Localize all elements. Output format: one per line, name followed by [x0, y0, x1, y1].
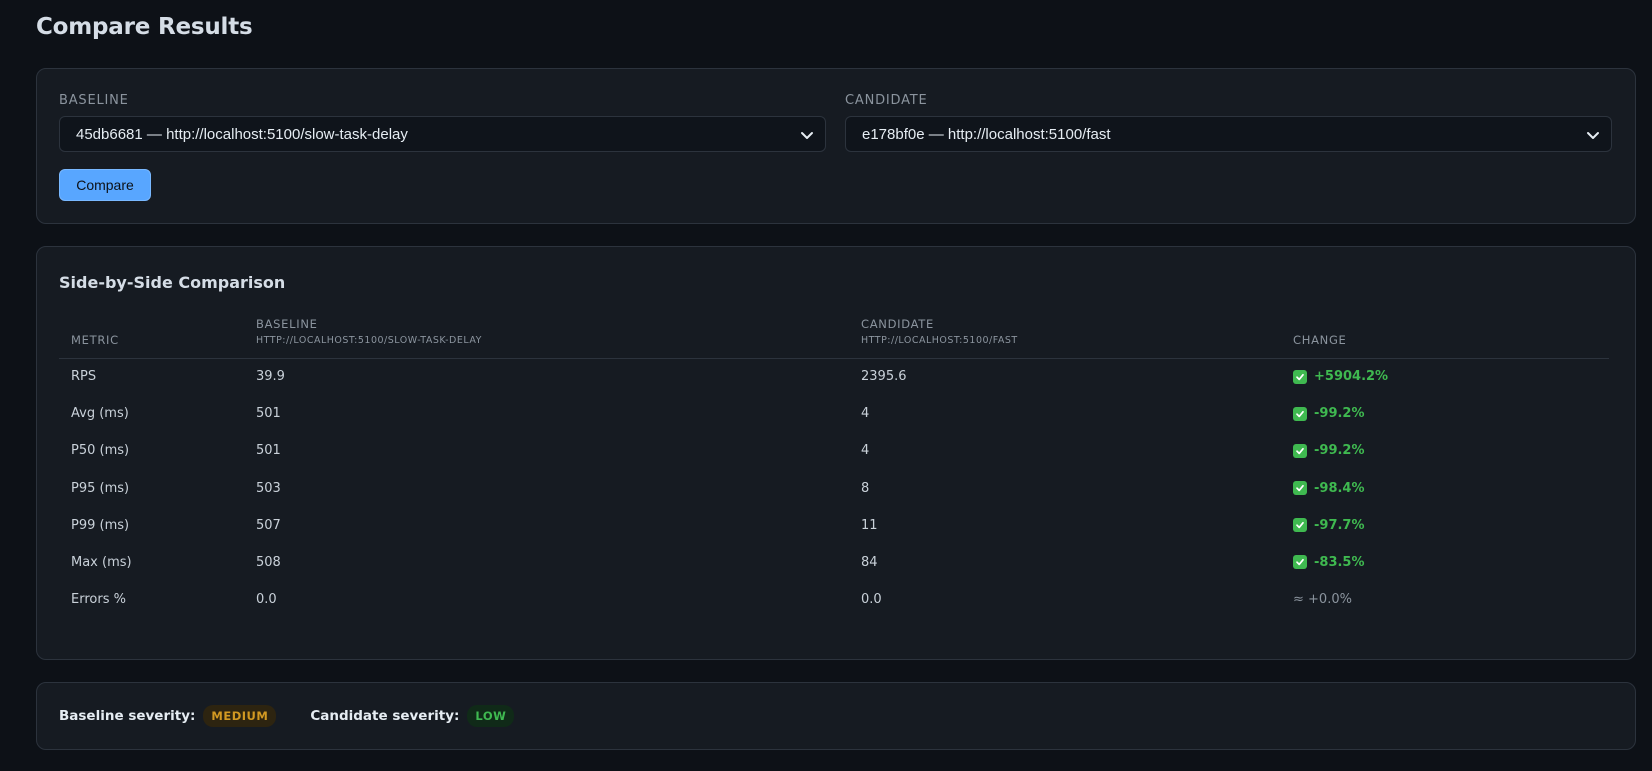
- candidate-cell: 4: [861, 406, 870, 422]
- baseline-cell: 501: [256, 406, 281, 422]
- candidate-label: CANDIDATE: [845, 93, 928, 108]
- candidate-cell: 8: [861, 480, 870, 496]
- baseline-select[interactable]: 45db6681 — http://localhost:5100/slow-ta…: [59, 116, 826, 152]
- baseline-field: BASELINE 45db6681 — http://localhost:510…: [59, 93, 826, 152]
- change-cell: -99.2%: [1293, 443, 1365, 458]
- compare-button[interactable]: Compare: [59, 169, 151, 201]
- header-candidate-label: CANDIDATE: [861, 317, 934, 331]
- change-cell: ≈ +0.0%: [1293, 592, 1352, 607]
- baseline-cell: 507: [256, 517, 281, 533]
- chevron-down-icon: [801, 132, 813, 139]
- header-candidate-url: HTTP://LOCALHOST:5100/FAST: [861, 335, 1018, 346]
- candidate-severity-label: Candidate severity:: [310, 708, 460, 724]
- chevron-down-icon: [1587, 132, 1599, 139]
- candidate-select-value: e178bf0e — http://localhost:5100/fast: [862, 125, 1111, 143]
- candidate-cell: 84: [861, 554, 878, 570]
- change-value: -98.4%: [1314, 480, 1365, 496]
- candidate-cell: 4: [861, 443, 870, 459]
- metric-cell: P50 (ms): [71, 443, 130, 459]
- check-box-icon: [1293, 518, 1307, 533]
- table-row: Errors % 0.0 0.0 ≈ +0.0%: [59, 582, 1609, 619]
- candidate-select[interactable]: e178bf0e — http://localhost:5100/fast: [845, 116, 1612, 152]
- check-box-icon: [1293, 443, 1307, 458]
- table-row: P99 (ms) 507 11 -97.7%: [59, 508, 1609, 545]
- baseline-label: BASELINE: [59, 93, 129, 108]
- table-row: RPS 39.9 2395.6 +5904.2%: [59, 359, 1609, 396]
- table-row: P95 (ms) 503 8 -98.4%: [59, 471, 1609, 508]
- baseline-cell: 503: [256, 480, 281, 496]
- change-cell: -83.5%: [1293, 555, 1365, 570]
- candidate-field: CANDIDATE e178bf0e — http://localhost:51…: [845, 93, 1612, 152]
- table-row: Max (ms) 508 84 -83.5%: [59, 545, 1609, 582]
- header-baseline-url: HTTP://LOCALHOST:5100/SLOW-TASK-DELAY: [256, 335, 482, 346]
- run-selector-panel: BASELINE 45db6681 — http://localhost:510…: [36, 68, 1636, 224]
- change-cell: -99.2%: [1293, 406, 1365, 421]
- baseline-select-value: 45db6681 — http://localhost:5100/slow-ta…: [76, 125, 408, 143]
- candidate-cell: 2395.6: [861, 369, 907, 384]
- check-box-icon: [1293, 369, 1307, 384]
- baseline-severity-label: Baseline severity:: [59, 708, 196, 724]
- severity-row: Baseline severity: MEDIUM Candidate seve…: [59, 705, 548, 727]
- change-cell: -97.7%: [1293, 518, 1365, 533]
- comparison-table: METRIC BASELINE HTTP://LOCALHOST:5100/SL…: [59, 315, 1609, 619]
- change-value: -99.2%: [1314, 443, 1365, 459]
- change-cell: +5904.2%: [1293, 369, 1388, 384]
- change-value: -83.5%: [1314, 554, 1365, 570]
- check-box-icon: [1293, 555, 1307, 570]
- check-box-icon: [1293, 481, 1307, 496]
- table-row: Avg (ms) 501 4 -99.2%: [59, 396, 1609, 433]
- check-box-icon: [1293, 406, 1307, 421]
- table-row: P50 (ms) 501 4 -99.2%: [59, 433, 1609, 470]
- table-header: METRIC BASELINE HTTP://LOCALHOST:5100/SL…: [59, 315, 1609, 359]
- baseline-cell: 39.9: [256, 369, 285, 384]
- comparison-title: Side-by-Side Comparison: [59, 273, 286, 292]
- header-metric: METRIC: [71, 333, 119, 347]
- change-value: ≈ +0.0%: [1293, 592, 1352, 608]
- baseline-cell: 501: [256, 443, 281, 459]
- candidate-severity-badge: LOW: [467, 705, 515, 727]
- header-change: CHANGE: [1293, 333, 1347, 347]
- page-title: Compare Results: [36, 14, 253, 40]
- header-candidate: CANDIDATE HTTP://LOCALHOST:5100/FAST: [861, 317, 1018, 346]
- metric-cell: P99 (ms): [71, 517, 130, 533]
- metric-cell: P95 (ms): [71, 480, 130, 496]
- severity-panel: Baseline severity: MEDIUM Candidate seve…: [36, 682, 1636, 750]
- header-baseline-label: BASELINE: [256, 317, 318, 331]
- change-value: -97.7%: [1314, 517, 1365, 533]
- change-value: +5904.2%: [1314, 369, 1389, 384]
- compare-results-page: Compare Results BASELINE 45db6681 — http…: [0, 0, 1652, 771]
- candidate-cell: 0.0: [861, 592, 882, 608]
- change-cell: -98.4%: [1293, 481, 1365, 496]
- candidate-cell: 11: [861, 517, 878, 533]
- change-value: -99.2%: [1314, 406, 1365, 422]
- table-body: RPS 39.9 2395.6 +5904.2% Avg (ms) 501 4 -99.2% P…: [59, 359, 1609, 619]
- metric-cell: Errors %: [71, 592, 126, 608]
- baseline-cell: 0.0: [256, 592, 277, 608]
- header-baseline: BASELINE HTTP://LOCALHOST:5100/SLOW-TASK…: [256, 317, 482, 346]
- metric-cell: RPS: [71, 369, 97, 384]
- metric-cell: Avg (ms): [71, 406, 129, 422]
- comparison-panel: Side-by-Side Comparison METRIC BASELINE …: [36, 246, 1636, 660]
- baseline-cell: 508: [256, 554, 281, 570]
- baseline-severity-badge: MEDIUM: [203, 705, 277, 727]
- metric-cell: Max (ms): [71, 554, 132, 570]
